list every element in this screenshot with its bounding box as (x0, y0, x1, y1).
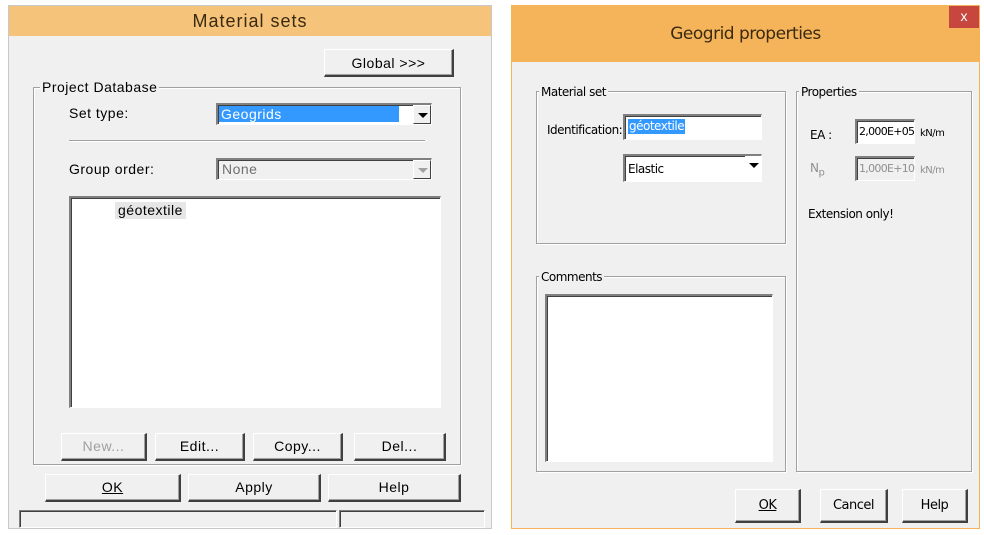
comments-textarea[interactable] (545, 294, 773, 462)
copy-button[interactable]: Copy... (253, 433, 343, 461)
np-input: 1,000E+10 (855, 156, 915, 181)
group-order-select[interactable]: None (216, 158, 432, 180)
cancel-button[interactable]: Cancel (820, 489, 888, 523)
close-button[interactable]: x (949, 6, 979, 28)
help-button[interactable]: Help (902, 489, 968, 523)
status-bar-right (339, 510, 485, 528)
np-unit: kN/m (920, 165, 945, 176)
ea-label: EA : (810, 128, 832, 142)
help-label: Help (920, 498, 949, 513)
chevron-down-icon[interactable] (413, 105, 431, 124)
np-value: 1,000E+10 (859, 162, 915, 175)
identification-label: Identification: (547, 123, 623, 137)
help-button[interactable]: Help (328, 474, 461, 502)
group-order-label: Group order: (69, 161, 155, 177)
apply-button[interactable]: Apply (188, 474, 321, 502)
comments-label: Comments (539, 269, 605, 285)
identification-input[interactable]: géotextile (623, 114, 762, 140)
ea-input[interactable]: 2,000E+05 (855, 119, 915, 144)
set-type-select[interactable]: Geogrids (216, 103, 432, 125)
properties-group: Properties (796, 84, 972, 472)
ok-label: OK (758, 498, 777, 513)
model-value: Elastic (628, 162, 664, 176)
properties-label: Properties (799, 84, 859, 100)
geogrid-properties-dialog: Geogrid properties x Material set Identi… (511, 5, 980, 529)
np-subscript: p (818, 167, 825, 179)
ok-button[interactable]: OK (45, 474, 181, 502)
material-set-label: Material set (539, 84, 608, 100)
material-sets-dialog: Material sets Global >>> Project Databas… (8, 5, 492, 529)
set-type-label: Set type: (69, 105, 129, 121)
chevron-down-icon (413, 160, 431, 179)
dialog-title: Geogrid properties (512, 6, 979, 62)
set-type-value: Geogrids (219, 106, 399, 122)
new-button[interactable]: New... (61, 433, 147, 461)
status-bar-left (19, 510, 337, 528)
global-button[interactable]: Global >>> (324, 49, 454, 77)
dialog-title: Material sets (9, 6, 491, 36)
model-select[interactable]: Elastic (623, 154, 762, 182)
ea-value: 2,000E+05 (859, 125, 915, 138)
extension-note: Extension only! (808, 207, 894, 221)
project-database-label: Project Database (40, 79, 160, 95)
list-item-label: géotextile (118, 202, 183, 218)
group-order-value: None (222, 161, 258, 177)
apply-label: Apply (235, 479, 273, 495)
np-label: Np (810, 161, 825, 179)
delete-button[interactable]: Del... (354, 433, 446, 461)
cancel-label: Cancel (832, 498, 875, 513)
list-item[interactable]: géotextile (115, 202, 186, 219)
ok-button[interactable]: OK (735, 489, 801, 523)
edit-button[interactable]: Edit... (155, 433, 245, 461)
separator (69, 140, 425, 142)
help-label: Help (378, 479, 410, 495)
ea-unit: kN/m (920, 128, 945, 139)
close-icon: x (960, 8, 968, 24)
ok-label: OK (101, 479, 124, 495)
identification-value: géotextile (628, 119, 686, 134)
chevron-down-icon[interactable] (745, 156, 761, 181)
material-list[interactable]: géotextile (69, 196, 441, 408)
